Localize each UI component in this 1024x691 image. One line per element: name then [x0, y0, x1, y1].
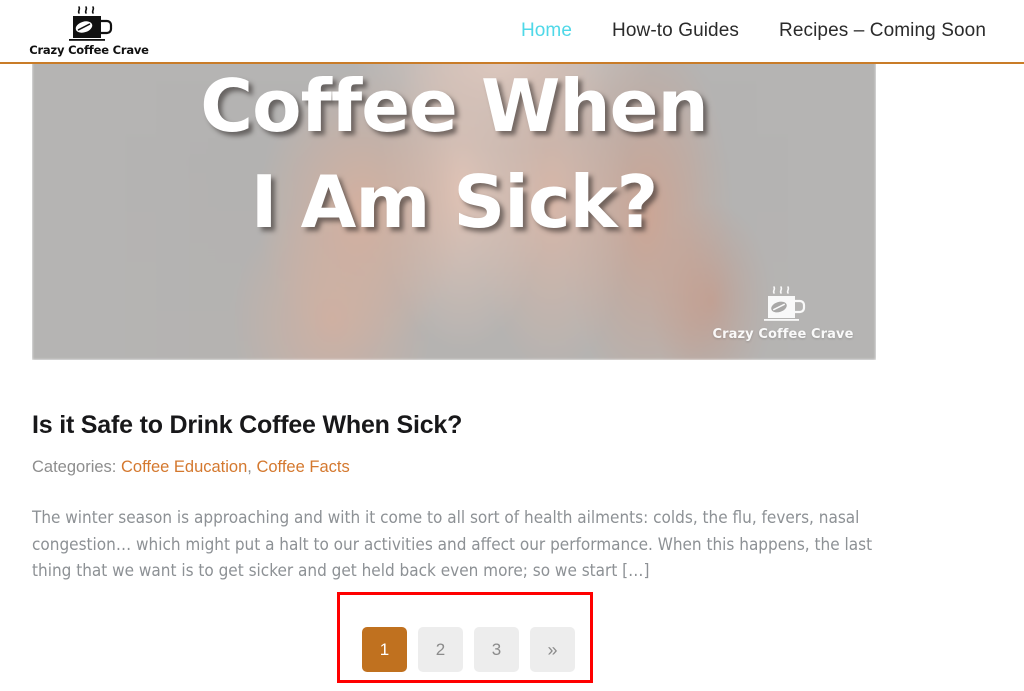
pagination-page-2[interactable]: 2 [418, 627, 463, 672]
categories-separator: , [247, 458, 252, 476]
site-logo-link[interactable]: Crazy Coffee Crave [29, 4, 149, 60]
coffee-mug-icon [59, 4, 119, 44]
article-excerpt: The winter season is approaching and wit… [32, 508, 873, 581]
category-link-coffee-education[interactable]: Coffee Education [121, 458, 247, 476]
page-root: Crazy Coffee Crave Home How-to Guides Re… [0, 0, 1024, 691]
featured-image-watermark: Crazy Coffee Crave [712, 282, 854, 342]
article-categories: Categories: Coffee Education, Coffee Fac… [32, 456, 892, 478]
nav-item-home[interactable]: Home [501, 20, 592, 42]
categories-label: Categories: [32, 458, 117, 476]
pagination-next-button[interactable]: » [530, 627, 575, 672]
site-header: Crazy Coffee Crave Home How-to Guides Re… [0, 0, 1024, 64]
main-navigation: Home How-to Guides Recipes – Coming Soon [501, 0, 1006, 62]
category-link-coffee-facts[interactable]: Coffee Facts [256, 458, 349, 476]
pagination-page-1[interactable]: 1 [362, 627, 407, 672]
nav-item-how-to-guides[interactable]: How-to Guides [592, 20, 759, 42]
watermark-label: Crazy Coffee Crave [712, 327, 854, 342]
coffee-mug-icon [752, 282, 814, 326]
article-summary: Is it Safe to Drink Coffee When Sick? Ca… [32, 408, 892, 585]
article-title[interactable]: Is it Safe to Drink Coffee When Sick? [32, 408, 892, 442]
nav-item-recipes[interactable]: Recipes – Coming Soon [759, 20, 1006, 42]
site-brand-name: Crazy Coffee Crave [29, 43, 149, 57]
pagination: 1 2 3 » [362, 627, 575, 672]
pagination-page-3[interactable]: 3 [474, 627, 519, 672]
